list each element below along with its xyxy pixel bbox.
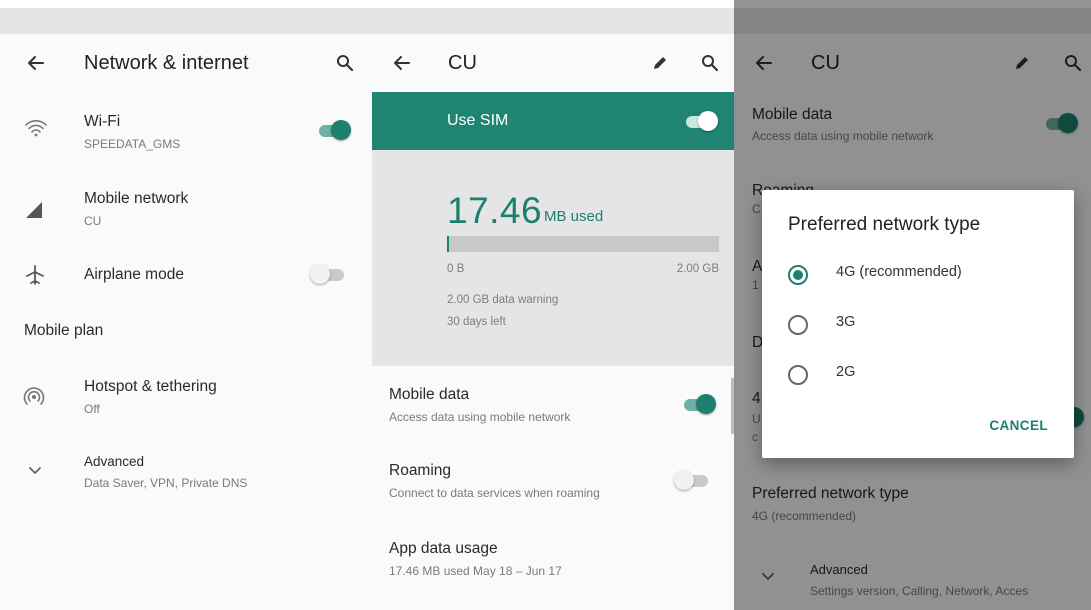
section-header-mobile-plan: Mobile plan — [24, 322, 104, 339]
status-bar — [372, 0, 734, 8]
cellular-signal-icon — [24, 200, 46, 225]
hotspot-row[interactable]: Hotspot & tethering Off — [0, 370, 372, 426]
mobile-data-title: Mobile data — [389, 386, 470, 403]
network-option-label: 3G — [836, 314, 856, 330]
app-data-usage-row[interactable]: App data usage 17.46 MB used May 18 – Ju… — [372, 534, 734, 590]
dialog-title: Preferred network type — [788, 214, 981, 235]
data-usage-summary: 17.46 MB used 0 B 2.00 GB 2.00 GB data w… — [372, 150, 734, 366]
radio-unchecked-icon[interactable] — [788, 315, 808, 335]
status-bar — [0, 0, 372, 8]
wifi-toggle[interactable] — [315, 119, 351, 141]
network-option-label: 2G — [836, 364, 856, 380]
mobile-network-carrier: CU — [84, 214, 102, 228]
usage-value: 17.46 — [447, 190, 543, 231]
roaming-row[interactable]: Roaming Connect to data services when ro… — [372, 456, 734, 512]
app-bar: Network & internet — [0, 34, 372, 92]
app-data-usage-title: App data usage — [389, 540, 498, 557]
use-sim-toggle[interactable] — [682, 110, 718, 132]
mobile-network-title: Mobile network — [84, 190, 189, 207]
wifi-network-name: SPEEDATA_GMS — [84, 137, 181, 151]
usage-progress-bar — [447, 236, 719, 252]
usage-range-min: 0 B — [447, 263, 465, 275]
edit-pencil-icon[interactable] — [646, 49, 674, 77]
wifi-title: Wi-Fi — [84, 113, 121, 130]
search-icon[interactable] — [331, 49, 359, 77]
airplane-icon — [24, 264, 46, 291]
app-data-usage-subtitle: 17.46 MB used May 18 – Jun 17 — [389, 564, 562, 578]
preferred-network-dialog-screen: CU Mobile data Access data using mobile … — [734, 0, 1091, 610]
page-title: Network & internet — [84, 52, 249, 74]
mobile-data-subtitle: Access data using mobile network — [389, 410, 571, 424]
roaming-toggle[interactable] — [674, 469, 710, 491]
hotspot-icon — [22, 384, 46, 413]
airplane-mode-title: Airplane mode — [84, 266, 184, 283]
chevron-down-icon — [26, 464, 44, 483]
advanced-summary: Data Saver, VPN, Private DNS — [84, 476, 248, 490]
airplane-mode-row[interactable]: Airplane mode — [0, 256, 372, 296]
sim-settings-screen: CU Use SIM 17.46 MB used 0 B 2.00 GB 2.0… — [372, 0, 734, 610]
days-left: 30 days left — [447, 316, 506, 328]
use-sim-bar[interactable]: Use SIM — [372, 92, 734, 150]
roaming-title: Roaming — [389, 462, 452, 479]
preferred-network-dialog: Preferred network type 4G (recommended) … — [762, 190, 1074, 458]
network-internet-screen: Network & internet Wi-Fi SPEEDATA_GMS Mo… — [0, 0, 372, 610]
wifi-icon — [24, 118, 48, 143]
mobile-data-row[interactable]: Mobile data Access data using mobile net… — [372, 380, 734, 436]
advanced-title: Advanced — [84, 454, 145, 469]
usage-progress-fill — [447, 236, 450, 252]
radio-unchecked-icon[interactable] — [788, 365, 808, 385]
search-icon[interactable] — [696, 49, 724, 77]
roaming-subtitle: Connect to data services when roaming — [389, 486, 600, 500]
app-bar: CU — [372, 34, 734, 92]
top-strip — [0, 8, 372, 34]
back-arrow-icon[interactable] — [22, 49, 50, 77]
use-sim-label: Use SIM — [447, 112, 509, 129]
advanced-row[interactable]: Advanced Data Saver, VPN, Private DNS — [0, 448, 372, 504]
radio-checked-icon[interactable] — [788, 265, 808, 285]
airplane-mode-toggle[interactable] — [310, 263, 346, 285]
cancel-button[interactable]: CANCEL — [989, 418, 1048, 433]
top-strip — [372, 8, 734, 34]
hotspot-status: Off — [84, 402, 100, 416]
back-arrow-icon[interactable] — [388, 49, 416, 77]
wifi-row[interactable]: Wi-Fi SPEEDATA_GMS — [0, 104, 372, 160]
usage-range-max: 2.00 GB — [676, 263, 719, 275]
data-warning: 2.00 GB data warning — [447, 294, 559, 306]
hotspot-title: Hotspot & tethering — [84, 378, 217, 395]
usage-unit: MB used — [544, 208, 604, 225]
mobile-data-toggle[interactable] — [680, 393, 716, 415]
network-option-label: 4G (recommended) — [836, 264, 962, 280]
page-title: CU — [448, 52, 477, 74]
mobile-network-row[interactable]: Mobile network CU — [0, 182, 372, 238]
